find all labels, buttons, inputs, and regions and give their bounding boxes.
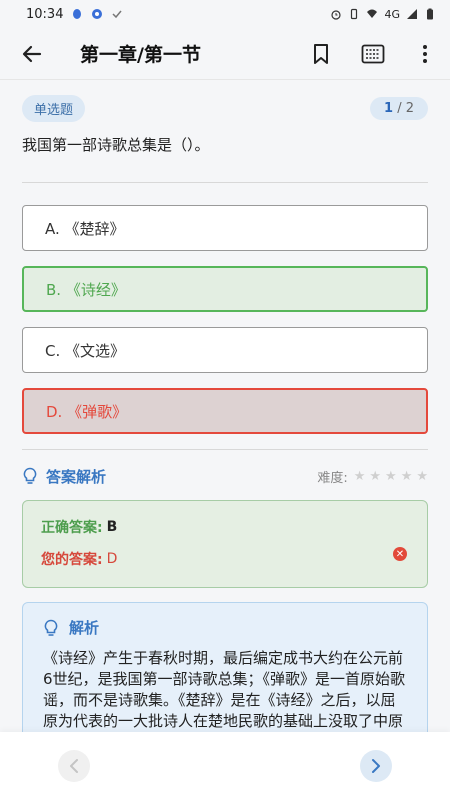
star-icon: ★ [385,468,397,484]
star-icon: ★ [353,468,366,484]
answer-card-button[interactable] [358,39,388,69]
back-button[interactable] [16,38,48,70]
explanation-title: 解析 [69,619,100,637]
question-content: 单选题 1 / 2 我国第一部诗歌总集是（）。 A. 《楚辞》 B. 《诗经》 … [0,80,450,762]
option-label: A. 《楚辞》 [45,219,125,238]
correct-answer-label: 正确答案: [41,520,103,536]
option-d[interactable]: D. 《弹歌》 [22,388,428,434]
alarm-icon [331,10,342,20]
correct-answer-value: B [106,519,118,535]
star-icon: ★ [369,468,382,484]
progress-separator: / [393,100,406,116]
analysis-header: 答案解析 难度: ★ ★ ★ ★ ★ [22,464,428,488]
difficulty-label: 难度: [317,470,348,486]
difficulty-rating: ★ ★ ★ ★ ★ [354,469,428,484]
progress-total: 2 [405,100,414,116]
wifi-icon [367,9,378,18]
lightbulb-icon [23,467,37,484]
bookmark-button[interactable] [306,39,336,69]
bottom-navigation [0,732,450,800]
signal-icon [407,9,417,19]
wrong-mark-icon: ✕ [393,547,407,561]
arrow-left-icon [22,45,42,62]
progress-current: 1 [384,100,394,116]
question-progress: 1 / 2 [370,96,428,120]
vibrate-icon [351,8,358,20]
option-label: C. 《文选》 [45,341,126,360]
star-icon: ★ [400,468,413,484]
chevron-left-icon [70,759,78,773]
answer-result-box: 正确答案: B 您的答案: D ✕ [22,500,428,588]
more-vertical-icon [423,44,427,63]
qq-icon [73,9,82,19]
bookmark-icon [314,43,328,64]
analysis-title: 答案解析 [46,467,107,486]
app-notification-icon [92,9,103,19]
your-answer-value: D [106,551,118,567]
option-c[interactable]: C. 《文选》 [22,327,428,373]
option-a[interactable]: A. 《楚辞》 [22,205,428,251]
battery-icon [427,8,433,20]
lightbulb-icon [44,619,58,636]
app-bar: 第一章/第一节 [0,28,450,80]
status-bar: 10:34 4G [0,0,450,28]
check-icon [112,10,123,19]
your-answer-label: 您的答案: [41,552,103,568]
option-b[interactable]: B. 《诗经》 [22,266,428,312]
star-icon: ★ [416,468,428,484]
chevron-right-icon [372,759,380,773]
question-type-badge: 单选题 [22,94,86,122]
divider [22,182,428,183]
status-time: 10:34 [26,6,64,22]
more-menu-button[interactable] [410,39,440,69]
divider [22,449,428,450]
option-label: B. 《诗经》 [46,280,126,299]
answer-card-icon [361,44,385,63]
next-question-button[interactable] [360,750,392,782]
page-title: 第一章/第一节 [80,44,201,66]
option-label: D. 《弹歌》 [46,402,128,421]
network-type: 4G [384,7,400,21]
previous-question-button[interactable] [58,750,90,782]
question-text: 我国第一部诗歌总集是（）。 [22,136,210,154]
